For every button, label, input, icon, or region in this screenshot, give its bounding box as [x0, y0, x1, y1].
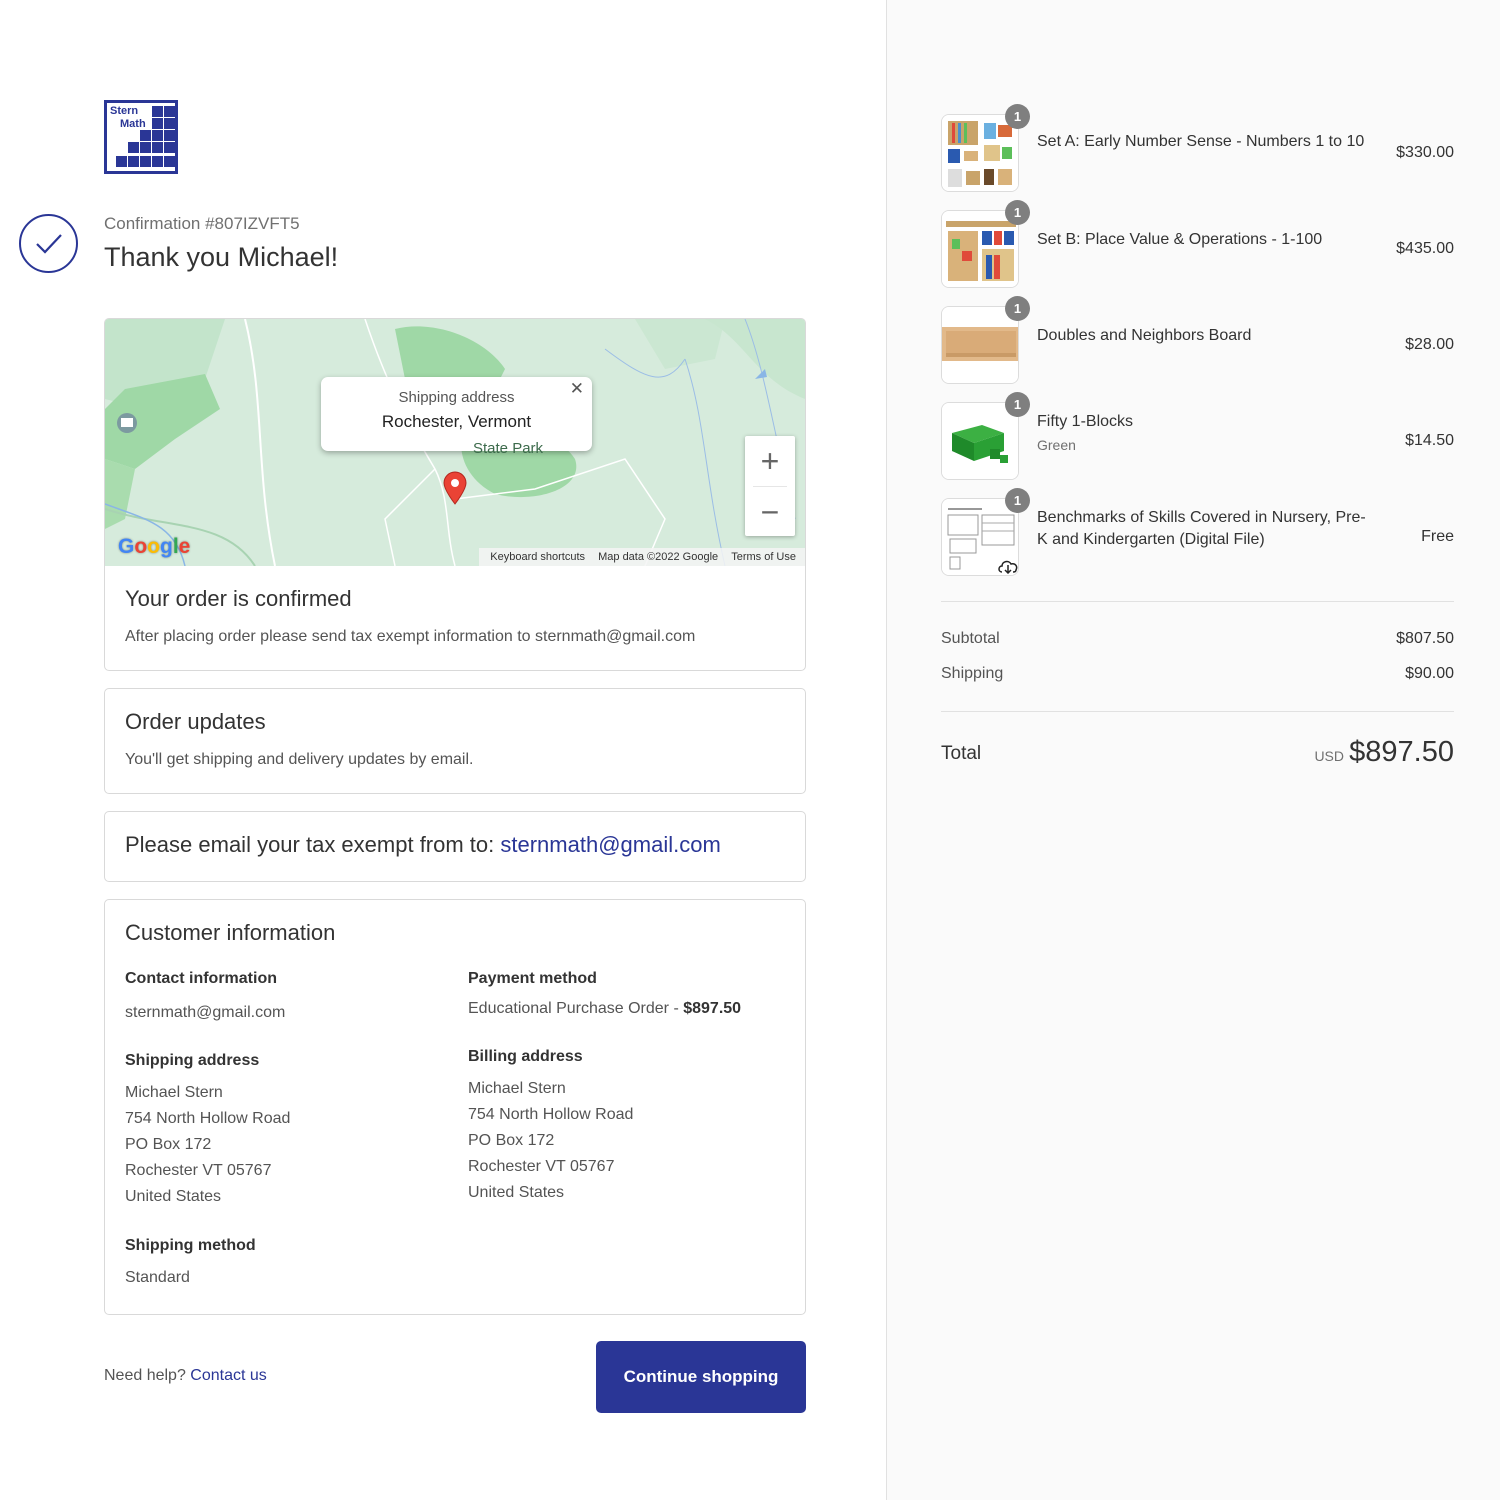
- item-name: Fifty 1-Blocks: [1037, 413, 1134, 430]
- confirmation-number: Confirmation #807IZVFT5: [104, 214, 300, 233]
- map-attribution: Keyboard shortcuts Map data ©2022 Google…: [479, 548, 805, 566]
- shipping-value: $90.00: [1405, 665, 1454, 682]
- item-name: Benchmarks of Skills Covered in Nursery,…: [1037, 509, 1366, 548]
- logo-text: Stern Math: [110, 105, 146, 130]
- zoom-in-button[interactable]: +: [745, 436, 795, 486]
- map-zoom-control: + −: [745, 436, 795, 536]
- item-name: Doubles and Neighbors Board: [1037, 327, 1252, 344]
- order-confirmed-card: Shipping address Rochester, Vermont ✕ St…: [104, 318, 806, 671]
- main-column: Stern Math Confirmation #807IZVFT5 Thank…: [0, 0, 886, 1500]
- park-label: State Park: [473, 440, 544, 457]
- billing-address: Billing address Michael Stern 754 North …: [468, 1048, 634, 1201]
- item-price: $28.00: [1405, 336, 1454, 353]
- item-price: $14.50: [1405, 432, 1454, 449]
- shipping-address: Shipping address Michael Stern 754 North…: [125, 1052, 291, 1205]
- item-price: $435.00: [1396, 240, 1454, 257]
- divider: [941, 711, 1454, 712]
- total-row: Total USD $897.50: [941, 736, 1454, 768]
- terms-of-use-link[interactable]: Terms of Use: [731, 551, 796, 563]
- order-updates-text: You'll get shipping and delivery updates…: [125, 751, 474, 768]
- item-price: $330.00: [1396, 144, 1454, 161]
- contact-us-link[interactable]: Contact us: [190, 1367, 266, 1384]
- thank-you-heading: Thank you Michael!: [104, 242, 339, 272]
- item-price: Free: [1421, 528, 1454, 545]
- order-updates-card: Order updates You'll get shipping and de…: [104, 688, 806, 794]
- contact-email: sternmath@gmail.com: [125, 1004, 286, 1021]
- google-logo: Google: [118, 535, 191, 558]
- zoom-out-button[interactable]: −: [745, 487, 795, 537]
- help-text: Need help? Contact us: [104, 1367, 267, 1384]
- order-updates-title: Order updates: [125, 709, 266, 734]
- customer-information-card: Customer information Contact information…: [104, 899, 806, 1315]
- item-name: Set B: Place Value & Operations - 1-100: [1037, 231, 1323, 248]
- continue-shopping-button[interactable]: Continue shopping: [596, 1341, 806, 1413]
- contact-information: Contact information sternmath@gmail.com: [125, 970, 445, 1026]
- checkmark-icon: [19, 214, 78, 273]
- item-name: Set A: Early Number Sense - Numbers 1 to…: [1037, 133, 1365, 150]
- cloud-download-icon: [997, 558, 1019, 579]
- total-value: $897.50: [1349, 736, 1454, 768]
- tax-exempt-text: Please email your tax exempt from to: st…: [125, 832, 721, 857]
- stern-math-logo[interactable]: Stern Math: [104, 100, 178, 174]
- subtotal-value: $807.50: [1396, 630, 1454, 647]
- shipping-method: Shipping method Standard: [125, 1237, 256, 1286]
- board-thumbnail: [941, 306, 1019, 384]
- line-item: 1 Fifty 1-Blocks Green $14.50: [941, 392, 1454, 480]
- map-pin-icon[interactable]: [443, 471, 467, 505]
- quantity-badge: 1: [1005, 296, 1030, 321]
- set-b-thumbnail: [941, 210, 1019, 288]
- quantity-badge: 1: [1005, 488, 1030, 513]
- item-variant: Green: [1037, 437, 1076, 453]
- line-item: 1 Benchmarks of Skills Covered in Nurser…: [941, 488, 1454, 579]
- quantity-badge: 1: [1005, 200, 1030, 225]
- order-confirmed-text: After placing order please send tax exem…: [125, 628, 696, 645]
- keyboard-shortcuts-link[interactable]: Keyboard shortcuts: [490, 551, 585, 563]
- map-data-text: Map data ©2022 Google: [598, 551, 719, 563]
- quantity-badge: 1: [1005, 104, 1030, 129]
- shipping-address-popup: Shipping address Rochester, Vermont ✕: [321, 377, 592, 451]
- currency-code: USD: [1314, 748, 1344, 764]
- customer-information-title: Customer information: [125, 920, 336, 945]
- tax-email-link[interactable]: sternmath@gmail.com: [500, 832, 720, 857]
- line-item: 1 Set B: Place Value & Operations - 1-10…: [941, 200, 1454, 288]
- divider: [941, 601, 1454, 602]
- payment-method: Payment method Educational Purchase Orde…: [468, 970, 742, 1017]
- close-icon[interactable]: ✕: [570, 379, 584, 399]
- quantity-badge: 1: [1005, 392, 1030, 417]
- blocks-thumbnail: [941, 402, 1019, 480]
- shipping-map[interactable]: Shipping address Rochester, Vermont ✕ St…: [105, 319, 805, 566]
- line-item: 1 Doubles and Neighbors Board $28.00: [941, 296, 1454, 384]
- set-a-thumbnail: [941, 114, 1019, 192]
- tax-exempt-card: Please email your tax exempt from to: st…: [104, 811, 806, 882]
- order-confirmed-title: Your order is confirmed: [125, 586, 352, 611]
- line-item: 1 Set A: Early Number Sense - Numbers 1 …: [941, 104, 1454, 192]
